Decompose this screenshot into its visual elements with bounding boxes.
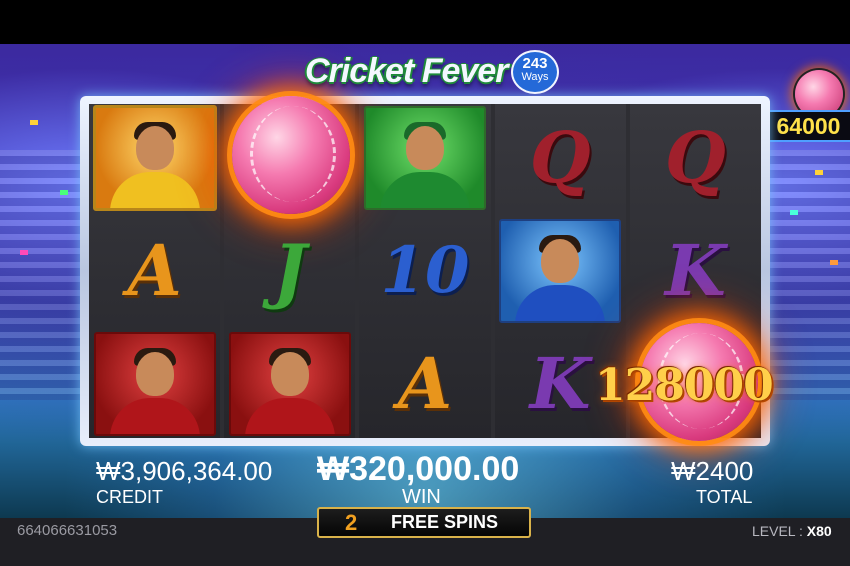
batsman-red-symbol-icon (93, 331, 216, 436)
free-spins-counter: 2 FREE SPINS (317, 507, 531, 538)
level-indicator: LEVEL : X80 (752, 523, 832, 539)
ways-number: 243 (522, 55, 548, 72)
reel-3: 10 A (359, 104, 491, 438)
reel-cell (224, 96, 355, 214)
free-spins-count: 2 (345, 509, 358, 535)
jackpot-value: 64000 (763, 110, 850, 142)
confetti (815, 170, 823, 175)
reel-cell: Q (630, 104, 761, 213)
stadium-stand-left (0, 150, 90, 400)
reel-cell: 10 (359, 217, 490, 326)
reel-cell: Q (495, 104, 626, 213)
reel-cell (359, 104, 490, 213)
win-label: WIN (402, 486, 441, 508)
top-black-bar (0, 0, 850, 44)
reel-cell: A (359, 329, 490, 438)
confetti (30, 120, 38, 125)
logo-title: Cricket Fever (305, 52, 508, 90)
reel-2: J (224, 96, 356, 438)
reel-cell: K (630, 217, 761, 326)
game-logo: Cricket Fever 243 Ways (305, 48, 559, 98)
reel-1: A (89, 104, 221, 438)
fire-ball-scatter-icon (232, 96, 351, 214)
ball-win-amount: 128000 (595, 360, 774, 411)
reel-cell (89, 104, 220, 213)
ways-badge: 243 Ways (511, 50, 559, 94)
level-label: LEVEL : (752, 523, 803, 539)
total-label: TOTAL (696, 487, 753, 507)
credit-label: CREDIT (96, 487, 163, 507)
letter-k-symbol: K (529, 341, 591, 425)
level-value: X80 (806, 523, 832, 539)
batsman-green-symbol-icon (364, 106, 486, 211)
batsman-red-symbol-icon (228, 331, 351, 436)
reel-cell: J (224, 217, 355, 326)
letter-a-symbol: A (397, 341, 453, 425)
confetti (790, 210, 798, 215)
reel-cell: A (89, 217, 220, 326)
reel-cell (89, 329, 220, 438)
ways-label: Ways (521, 71, 549, 83)
free-spins-label: FREE SPINS (391, 512, 499, 532)
stadium-stand-right (760, 150, 850, 400)
captain-symbol-icon (92, 105, 217, 212)
number-10-symbol: 10 (380, 233, 470, 308)
confetti (830, 260, 838, 265)
letter-a-symbol: A (127, 229, 182, 312)
reel-cell (224, 329, 355, 438)
reel-cell (495, 217, 626, 326)
total-bet-amount[interactable]: ₩2400 (671, 456, 753, 487)
cheering-player-symbol-icon (499, 219, 622, 323)
credit-amount: ₩3,906,364.00 (96, 456, 273, 486)
letter-k-symbol: K (664, 229, 726, 312)
confetti (60, 190, 68, 195)
win-amount: ₩320,000.00 (317, 450, 520, 488)
letter-j-symbol: J (273, 229, 307, 312)
confetti (20, 250, 28, 255)
session-id: 664066631053 (17, 522, 118, 539)
letter-q-symbol: Q (664, 116, 726, 200)
letter-q-symbol: Q (529, 116, 591, 200)
